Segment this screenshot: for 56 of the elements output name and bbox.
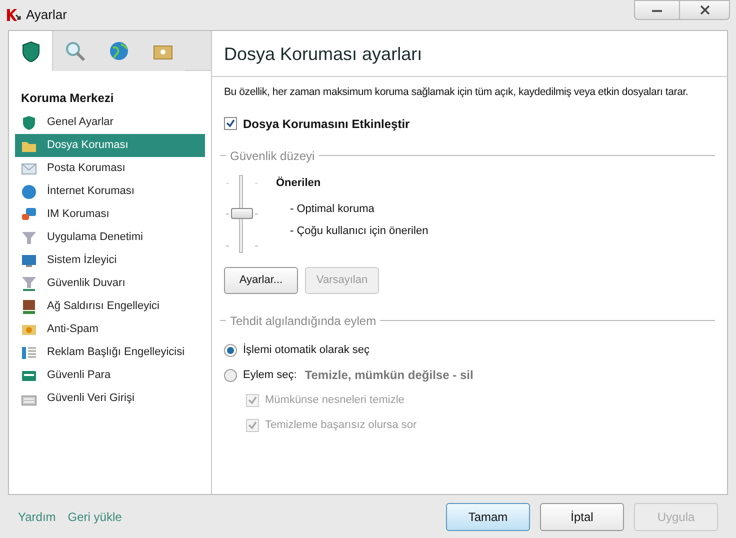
slider-ticks — [226, 182, 258, 247]
globe-icon — [108, 40, 130, 62]
check-icon — [248, 396, 257, 405]
slider-thumb[interactable] — [231, 208, 253, 220]
dialog-button[interactable]: İptal — [540, 502, 624, 530]
sidebar-item[interactable]: Genel Ayarlar — [15, 111, 205, 134]
panel-title: Dosya Koruması ayarları — [212, 41, 727, 77]
sidebar-heading: Koruma Merkezi — [20, 90, 115, 107]
group-legend: Güvenlik düzeyi — [226, 146, 319, 165]
sidebar-item[interactable]: IM Koruması — [15, 203, 205, 226]
radio-label: Eylem seç: — [243, 368, 297, 383]
sidebar-item[interactable]: Dosya Koruması — [15, 134, 205, 157]
sidebar-item[interactable]: Uygulama Denetimi — [15, 226, 205, 249]
sidebar-item[interactable]: Posta Koruması — [15, 157, 205, 180]
checkbox-label: Mümkünse nesneleri temizle — [265, 393, 404, 408]
group-legend: Tehdit algılandığında eylem — [226, 312, 380, 330]
sidebar-item[interactable]: Sistem İzleyici — [15, 249, 205, 272]
sidebar-item[interactable]: Güvenlik Duvarı — [15, 272, 205, 295]
description-text: Bu özellik, her zaman maksimum koruma sağlamak için tüm açık, kaydedilmiş veya etkin dosyaları tarar. — [224, 85, 690, 100]
shield-icon — [20, 40, 42, 62]
panel-button[interactable]: Ayarlar... — [224, 266, 298, 294]
globe-icon — [21, 184, 37, 200]
bullet-text: - Optimal koruma — [290, 202, 376, 218]
sidebar-item[interactable]: İnternet Koruması — [15, 180, 205, 203]
funnel-icon — [21, 276, 37, 292]
app-logo-icon — [6, 8, 22, 22]
window-title: Ayarlar — [26, 6, 67, 24]
check-icon — [226, 119, 235, 128]
sidebar-item[interactable]: Güvenli Veri Girişi — [15, 387, 205, 410]
list-icon — [21, 344, 37, 360]
sidebar-item[interactable]: Anti-Spam — [15, 318, 205, 341]
check-icon — [248, 420, 257, 430]
minimize-icon — [652, 8, 662, 12]
monitor-icon — [21, 252, 37, 268]
radio-button[interactable] — [224, 368, 237, 382]
checkbox-label: Dosya Korumasını Etkinleştir — [243, 116, 410, 133]
radio-label: İşlemi otomatik olarak seç — [243, 342, 370, 358]
close-icon — [700, 5, 710, 15]
checkbox-label: Temizleme başarısız olursa sor — [265, 418, 417, 433]
bullet-text: - Çoğu kullanıcı için önerilen — [290, 224, 428, 239]
checkbox[interactable] — [224, 117, 237, 130]
action-value: Temizle, mümkün değilse - sil — [304, 367, 474, 384]
sidebar-item[interactable]: Reklam Başlığı Engelleyicisi — [15, 341, 205, 364]
radio-button[interactable] — [224, 344, 237, 356]
level-name: Önerilen — [276, 176, 322, 191]
toolbar-tab[interactable] — [9, 31, 53, 71]
envelope-icon — [21, 160, 37, 176]
sidebar-item[interactable]: Güvenli Para — [15, 364, 205, 387]
search-icon — [64, 40, 86, 62]
funnel-icon — [21, 230, 37, 246]
minimize-button[interactable] — [634, 0, 680, 20]
sidebar-item[interactable]: Ağ Saldırısı Engelleyici — [15, 295, 205, 318]
shield-icon — [21, 114, 37, 130]
close-button[interactable] — [680, 0, 730, 20]
dialog-button[interactable]: Tamam — [446, 502, 530, 530]
chat-icon — [21, 206, 37, 222]
